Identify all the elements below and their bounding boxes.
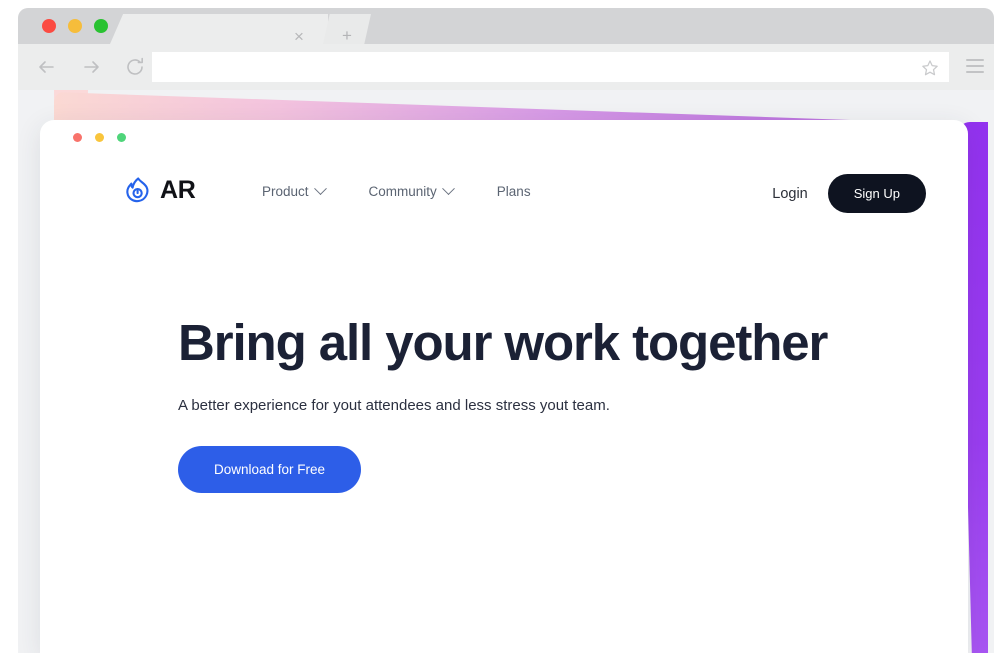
flame-logo-icon	[126, 177, 149, 203]
site-navbar: AR Product Community Plans Login Sign Up	[40, 168, 968, 228]
signup-button[interactable]: Sign Up	[827, 174, 926, 213]
browser-nav-controls	[34, 54, 148, 80]
card-minimize-dot[interactable]	[95, 133, 104, 142]
nav-item-plans-label: Plans	[496, 184, 531, 199]
forward-arrow-icon[interactable]	[78, 54, 104, 80]
browser-toolbar	[18, 44, 994, 90]
site-nav-links: Product Community Plans	[262, 182, 531, 199]
window-traffic-lights	[42, 19, 108, 33]
back-arrow-icon[interactable]	[34, 54, 60, 80]
window-maximize-button[interactable]	[94, 19, 108, 33]
brand-name: AR	[160, 176, 196, 204]
website-preview-card: AR Product Community Plans Login Sign Up…	[40, 120, 968, 653]
bookmark-star-icon[interactable]	[920, 58, 940, 78]
browser-window: × + AR Product Community Plans Login Sig…	[18, 8, 994, 653]
brand-logo[interactable]: AR	[125, 176, 196, 205]
chevron-down-icon	[441, 182, 455, 196]
hero-section: Bring all your work together A better ex…	[178, 314, 828, 494]
address-bar-input[interactable]	[152, 52, 949, 82]
screenshot-root: × + AR Product Community Plans Login Sig…	[0, 0, 994, 653]
site-nav-actions: Login Sign Up	[772, 174, 926, 213]
nav-item-product-label: Product	[262, 184, 309, 199]
card-window-dots	[73, 133, 126, 142]
hero-subtitle: A better experience for yout attendees a…	[178, 397, 610, 415]
card-maximize-dot[interactable]	[117, 133, 126, 142]
download-for-free-button[interactable]: Download for Free	[178, 446, 362, 494]
nav-item-plans[interactable]: Plans	[497, 184, 531, 199]
browser-menu-icon[interactable]	[966, 59, 984, 73]
nav-item-community-label: Community	[368, 184, 437, 199]
chevron-down-icon	[313, 182, 327, 196]
browser-viewport: AR Product Community Plans Login Sign Up…	[18, 90, 994, 653]
nav-item-community[interactable]: Community	[368, 182, 455, 199]
plus-icon[interactable]: +	[338, 27, 356, 45]
browser-tab-bar: × +	[18, 8, 994, 46]
window-minimize-button[interactable]	[68, 19, 82, 33]
login-link[interactable]: Login	[772, 186, 807, 202]
hero-title: Bring all your work together	[178, 314, 828, 371]
reload-icon[interactable]	[122, 54, 148, 80]
window-close-button[interactable]	[42, 19, 56, 33]
nav-item-product[interactable]: Product	[262, 182, 327, 199]
card-close-dot[interactable]	[73, 133, 82, 142]
